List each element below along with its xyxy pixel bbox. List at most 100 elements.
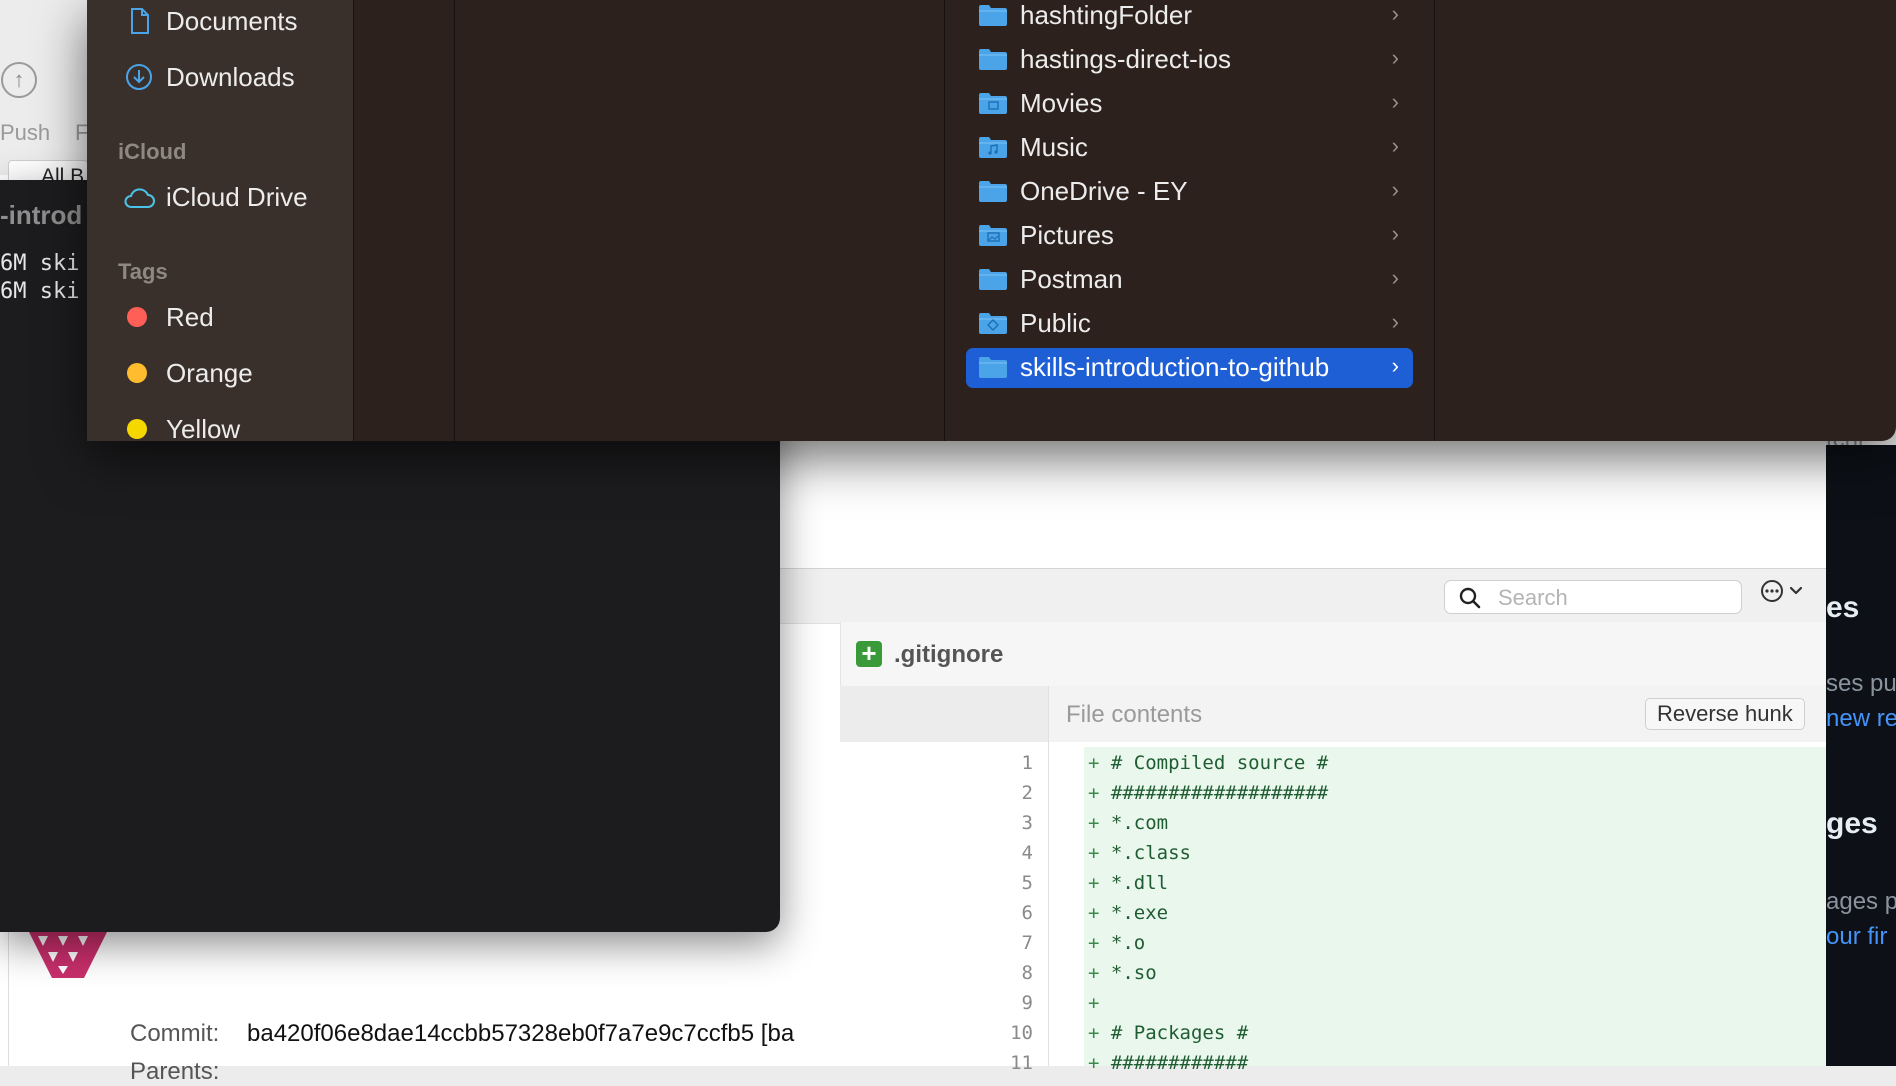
added-line-marker: + bbox=[1088, 872, 1111, 894]
download-icon bbox=[126, 64, 152, 90]
diff-line: + ############ bbox=[1088, 1052, 1248, 1074]
column-divider bbox=[944, 0, 945, 441]
line-number: 5 bbox=[1021, 872, 1033, 894]
folder-row[interactable]: Pictures › bbox=[966, 216, 1413, 256]
web-page-dark-area: es ses pu new re ges ages p our fir bbox=[1826, 445, 1896, 1066]
terminal-line: 6M ski bbox=[0, 279, 80, 304]
diff-line-text: ############ bbox=[1110, 1052, 1249, 1074]
folder-row[interactable]: Movies › bbox=[966, 84, 1413, 124]
chevron-right-icon: › bbox=[1391, 309, 1399, 334]
line-number: 2 bbox=[1021, 782, 1033, 804]
folder-name: Music bbox=[1020, 132, 1088, 162]
line-number: 9 bbox=[1021, 992, 1033, 1014]
commit-hash: ba420f06e8dae14ccbb57328eb0f7a7e9c7ccfb5… bbox=[247, 1020, 795, 1047]
added-line-marker: + bbox=[1088, 992, 1111, 1014]
sidebar-item-documents[interactable]: Documents bbox=[166, 6, 298, 37]
folder-name: Postman bbox=[1020, 264, 1123, 294]
folder-row[interactable]: OneDrive - EY › bbox=[966, 172, 1413, 212]
cloud-icon bbox=[124, 188, 155, 208]
folder-icon bbox=[979, 357, 1007, 378]
folder-row[interactable]: Music › bbox=[966, 128, 1413, 168]
sidebar-item-downloads[interactable]: Downloads bbox=[166, 62, 295, 93]
sidebar-tag-yellow[interactable]: Yellow bbox=[166, 414, 240, 445]
chevron-right-icon: › bbox=[1391, 221, 1399, 246]
diff-line-text: # Packages # bbox=[1110, 1022, 1249, 1044]
web-heading: ges bbox=[1826, 807, 1878, 840]
diff-line: + *.exe bbox=[1088, 902, 1168, 924]
added-line-marker: + bbox=[1088, 842, 1111, 864]
line-number: 7 bbox=[1021, 932, 1033, 954]
web-text: ages p bbox=[1826, 888, 1896, 915]
diff-line-text: *.so bbox=[1110, 962, 1157, 984]
line-number: 4 bbox=[1021, 842, 1033, 864]
sidebar-tag-orange[interactable]: Orange bbox=[166, 358, 253, 389]
added-line-marker: + bbox=[1088, 782, 1111, 804]
diff-line: + *.o bbox=[1088, 932, 1145, 954]
web-text: ses pu bbox=[1826, 670, 1896, 697]
terminal-title: -introd bbox=[0, 200, 83, 230]
diff-line: + *.dll bbox=[1088, 872, 1168, 894]
folder-name: hashtingFolder bbox=[1020, 0, 1192, 30]
folder-icon bbox=[979, 181, 1007, 202]
push-icon[interactable]: ↑ bbox=[1, 62, 37, 98]
sidebar-section-icloud: iCloud bbox=[118, 139, 187, 164]
added-line-marker: + bbox=[1088, 902, 1111, 924]
sidebar-item-icloud-drive[interactable]: iCloud Drive bbox=[166, 182, 308, 213]
diff-line-text: *.exe bbox=[1110, 902, 1169, 924]
web-link[interactable]: new re bbox=[1826, 705, 1896, 733]
tag-orange-dot bbox=[127, 363, 147, 383]
public-folder-icon bbox=[979, 313, 1007, 334]
diff-line: + bbox=[1088, 992, 1111, 1014]
chevron-right-icon: › bbox=[1391, 177, 1399, 202]
diff-line: + *.com bbox=[1088, 812, 1168, 834]
diff-line: + *.class bbox=[1088, 842, 1191, 864]
folder-name: Public bbox=[1020, 308, 1091, 338]
line-number: 11 bbox=[1010, 1052, 1033, 1074]
chevron-right-icon: › bbox=[1391, 45, 1399, 70]
column-divider bbox=[1434, 0, 1435, 441]
added-line-marker: + bbox=[1088, 1022, 1111, 1044]
diff-line-text: *.o bbox=[1110, 932, 1146, 954]
diff-line: + ################### bbox=[1088, 782, 1328, 804]
ellipsis-circle-icon[interactable] bbox=[1758, 578, 1808, 606]
chevron-right-icon: › bbox=[1391, 1, 1399, 26]
column-divider bbox=[454, 0, 455, 441]
chevron-right-icon: › bbox=[1391, 265, 1399, 290]
chevron-right-icon: › bbox=[1391, 353, 1399, 378]
added-line-marker: + bbox=[1088, 812, 1111, 834]
parents-label: Parents: bbox=[130, 1058, 220, 1085]
folder-name: skills-introduction-to-github bbox=[1020, 352, 1330, 382]
document-icon bbox=[131, 8, 149, 34]
diff-line-text: *.class bbox=[1110, 842, 1191, 864]
pictures-folder-icon bbox=[979, 225, 1007, 246]
reverse-hunk-button[interactable]: Reverse hunk bbox=[1645, 698, 1805, 730]
sidebar-tag-red[interactable]: Red bbox=[166, 302, 214, 333]
terminal-line: 6M ski bbox=[0, 251, 80, 276]
folder-name: hastings-direct-ios bbox=[1020, 44, 1231, 74]
added-line-marker: + bbox=[1088, 1052, 1111, 1074]
line-number: 8 bbox=[1021, 962, 1033, 984]
music-folder-icon bbox=[979, 137, 1007, 158]
folder-row[interactable]: hastings-direct-ios › bbox=[966, 40, 1413, 80]
folder-icon bbox=[979, 49, 1007, 70]
tag-yellow-dot bbox=[127, 419, 147, 439]
line-number: 6 bbox=[1021, 902, 1033, 924]
folder-name: OneDrive - EY bbox=[1020, 176, 1188, 206]
folder-row[interactable]: Public › bbox=[966, 304, 1413, 344]
diff-line-text: ################### bbox=[1110, 782, 1329, 804]
commit-label: Commit: bbox=[130, 1020, 220, 1047]
folder-icon bbox=[979, 269, 1007, 290]
folder-name: Movies bbox=[1020, 88, 1103, 118]
diff-line-text: *.dll bbox=[1110, 872, 1169, 894]
folder-row[interactable]: hashtingFolder › bbox=[966, 0, 1413, 36]
chevron-right-icon: › bbox=[1391, 89, 1399, 114]
search-input[interactable] bbox=[1496, 582, 1736, 614]
added-line-marker: + bbox=[1088, 752, 1111, 774]
web-link[interactable]: our fir bbox=[1826, 923, 1887, 951]
chevron-right-icon: › bbox=[1391, 133, 1399, 158]
diff-line: + # Compiled source # bbox=[1088, 752, 1328, 774]
search-icon bbox=[1459, 587, 1481, 609]
folder-row[interactable]: Postman › bbox=[966, 260, 1413, 300]
push-button-label[interactable]: Push bbox=[0, 120, 50, 146]
folder-row[interactable]: skills-introduction-to-github › bbox=[966, 348, 1413, 388]
